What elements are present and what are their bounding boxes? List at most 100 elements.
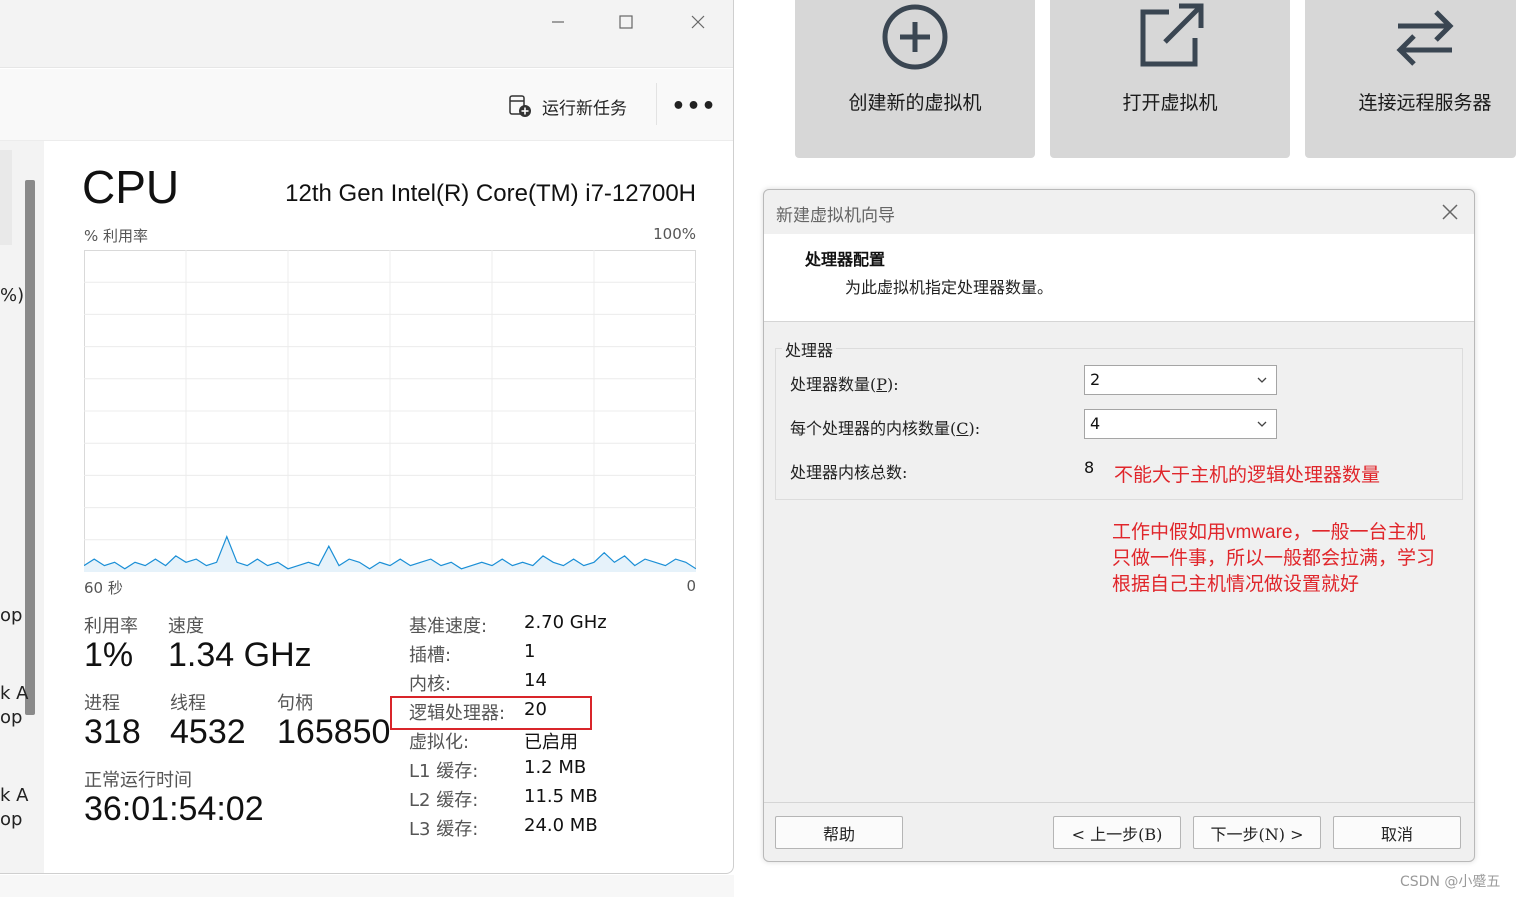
chevron-down-icon xyxy=(1257,377,1267,383)
cores-accesskey: C xyxy=(956,419,969,438)
close-icon xyxy=(1442,204,1458,220)
next-button[interactable]: 下一步(N) > xyxy=(1193,816,1321,849)
dialog-title: 新建虚拟机向导 xyxy=(776,206,895,226)
side-fragment: k A xyxy=(0,785,29,806)
chevron-down-icon xyxy=(1257,421,1267,427)
run-new-task-button[interactable]: 运行新任务 xyxy=(508,91,627,121)
minimize-icon xyxy=(552,21,564,23)
footer-divider xyxy=(764,802,1474,803)
chart-time-start-label: 60 秒 xyxy=(84,579,123,597)
l1-cache-value: 1.2 MB xyxy=(524,757,587,778)
speed-label: 速度 xyxy=(168,616,204,637)
title-bar xyxy=(0,0,733,68)
l2-cache-label: L2 缓存: xyxy=(409,790,479,811)
utilization-max-label: 100% xyxy=(653,225,696,243)
l1-cache-label: L1 缓存: xyxy=(409,761,479,782)
watermark: CSDN @小蹙五 xyxy=(1400,874,1501,890)
cancel-button[interactable]: 取消 xyxy=(1333,816,1461,849)
processes-label: 进程 xyxy=(84,693,120,714)
cpu-utilization-chart xyxy=(84,250,696,572)
cores-label: 内核: xyxy=(409,674,452,695)
toolbar: 运行新任务 ••• xyxy=(0,69,733,141)
uptime-label: 正常运行时间 xyxy=(84,770,192,791)
annotation-line: 工作中假如用vmware，一般一台主机 xyxy=(1112,522,1426,543)
l2-cache-value: 11.5 MB xyxy=(524,786,598,807)
toolbar-divider xyxy=(656,83,657,125)
speed-value: 1.34 GHz xyxy=(168,636,312,674)
more-options-button[interactable]: ••• xyxy=(671,91,715,121)
new-task-icon xyxy=(509,95,531,117)
new-vm-wizard-dialog: 新建虚拟机向导 处理器配置 为此虚拟机指定处理器数量。 处理器 处理器数量(P)… xyxy=(763,189,1475,862)
processes-value: 318 xyxy=(84,713,141,751)
taskbar-edge xyxy=(0,875,734,897)
threads-value: 4532 xyxy=(170,713,246,751)
utilization-value: 1% xyxy=(84,636,134,674)
handles-value: 165850 xyxy=(277,713,391,751)
processor-count-label-suffix: ): xyxy=(887,375,899,394)
maximize-icon xyxy=(619,15,633,29)
l3-cache-value: 24.0 MB xyxy=(524,815,598,836)
minimize-button[interactable] xyxy=(524,0,592,44)
annotation-usage-note: 工作中假如用vmware，一般一台主机 只做一件事，所以一般都会拉满，学习 根据… xyxy=(1112,520,1472,598)
sockets-label: 插槽: xyxy=(409,645,452,666)
annotation-line: 根据自己主机情况做设置就好 xyxy=(1112,574,1360,595)
scrollbar[interactable] xyxy=(25,180,35,715)
l3-cache-label: L3 缓存: xyxy=(409,819,479,840)
wizard-heading: 处理器配置 xyxy=(805,250,886,269)
cores-per-processor-label: 每个处理器的内核数量(C): xyxy=(790,415,980,439)
cores-per-processor-select[interactable]: 4 xyxy=(1084,409,1277,439)
close-button[interactable] xyxy=(664,0,732,44)
annotation-limit-note: 不能大于主机的逻辑处理器数量 xyxy=(1114,465,1381,486)
threads-label: 线程 xyxy=(170,693,206,714)
cpu-model: 12th Gen Intel(R) Core(TM) i7-12700H xyxy=(285,180,696,207)
close-icon xyxy=(691,15,705,29)
cores-label-suffix: ): xyxy=(968,419,981,438)
annotation-line: 只做一件事，所以一般都会拉满，学习 xyxy=(1112,548,1436,569)
plus-circle-icon xyxy=(795,2,1035,72)
total-cores-label: 处理器内核总数: xyxy=(790,463,908,482)
open-external-icon xyxy=(1050,2,1290,72)
help-button[interactable]: 帮助 xyxy=(775,816,903,849)
virtualization-value: 已启用 xyxy=(524,732,578,753)
side-panel xyxy=(0,141,44,873)
side-fragment: %) xyxy=(0,285,25,306)
run-new-task-label: 运行新任务 xyxy=(542,98,627,119)
cpu-title: CPU xyxy=(82,161,180,213)
processor-count-accesskey: P xyxy=(876,375,888,394)
open-vm-tile[interactable]: 打开虚拟机 xyxy=(1050,0,1290,158)
side-fragment: op xyxy=(0,707,23,728)
utilization-axis-label: % 利用率 xyxy=(84,227,149,245)
task-manager-window: 运行新任务 ••• %) op k A op k A op CPU 12th G… xyxy=(0,0,734,874)
processor-count-label-text: 处理器数量( xyxy=(790,375,877,394)
open-vm-label: 打开虚拟机 xyxy=(1122,92,1218,114)
handles-label: 句柄 xyxy=(277,693,313,714)
chart-time-end-label: 0 xyxy=(686,577,696,595)
connect-remote-server-tile[interactable]: 连接远程服务器 xyxy=(1305,0,1516,158)
wizard-header: 处理器配置 为此虚拟机指定处理器数量。 xyxy=(764,234,1474,322)
side-panel-item xyxy=(0,150,12,245)
side-fragment: k A xyxy=(0,683,29,704)
side-fragment: op xyxy=(0,809,23,830)
processor-count-select[interactable]: 2 xyxy=(1084,365,1277,395)
maximize-button[interactable] xyxy=(592,0,660,44)
dialog-close-button[interactable] xyxy=(1436,198,1464,226)
processor-group-label: 处理器 xyxy=(782,337,837,361)
processor-count-value: 2 xyxy=(1090,370,1101,389)
create-vm-tile[interactable]: 创建新的虚拟机 xyxy=(795,0,1035,158)
logical-processors-highlight xyxy=(390,696,592,730)
swap-arrows-icon xyxy=(1305,2,1516,72)
cores-value: 14 xyxy=(524,670,547,691)
uptime-value: 36:01:54:02 xyxy=(84,790,264,828)
create-vm-label: 创建新的虚拟机 xyxy=(848,92,982,114)
virtualization-label: 虚拟化: xyxy=(409,732,470,753)
utilization-label: 利用率 xyxy=(84,616,138,637)
back-button[interactable]: < 上一步(B) xyxy=(1053,816,1181,849)
connect-remote-server-label: 连接远程服务器 xyxy=(1358,92,1492,114)
side-fragment: op xyxy=(0,605,23,626)
wizard-subheading: 为此虚拟机指定处理器数量。 xyxy=(845,278,1054,297)
processor-count-label: 处理器数量(P): xyxy=(790,371,899,395)
base-speed-value: 2.70 GHz xyxy=(524,612,607,633)
total-cores-value: 8 xyxy=(1084,458,1095,477)
cores-label-text: 每个处理器的内核数量( xyxy=(790,419,957,438)
base-speed-label: 基准速度: xyxy=(409,616,488,637)
